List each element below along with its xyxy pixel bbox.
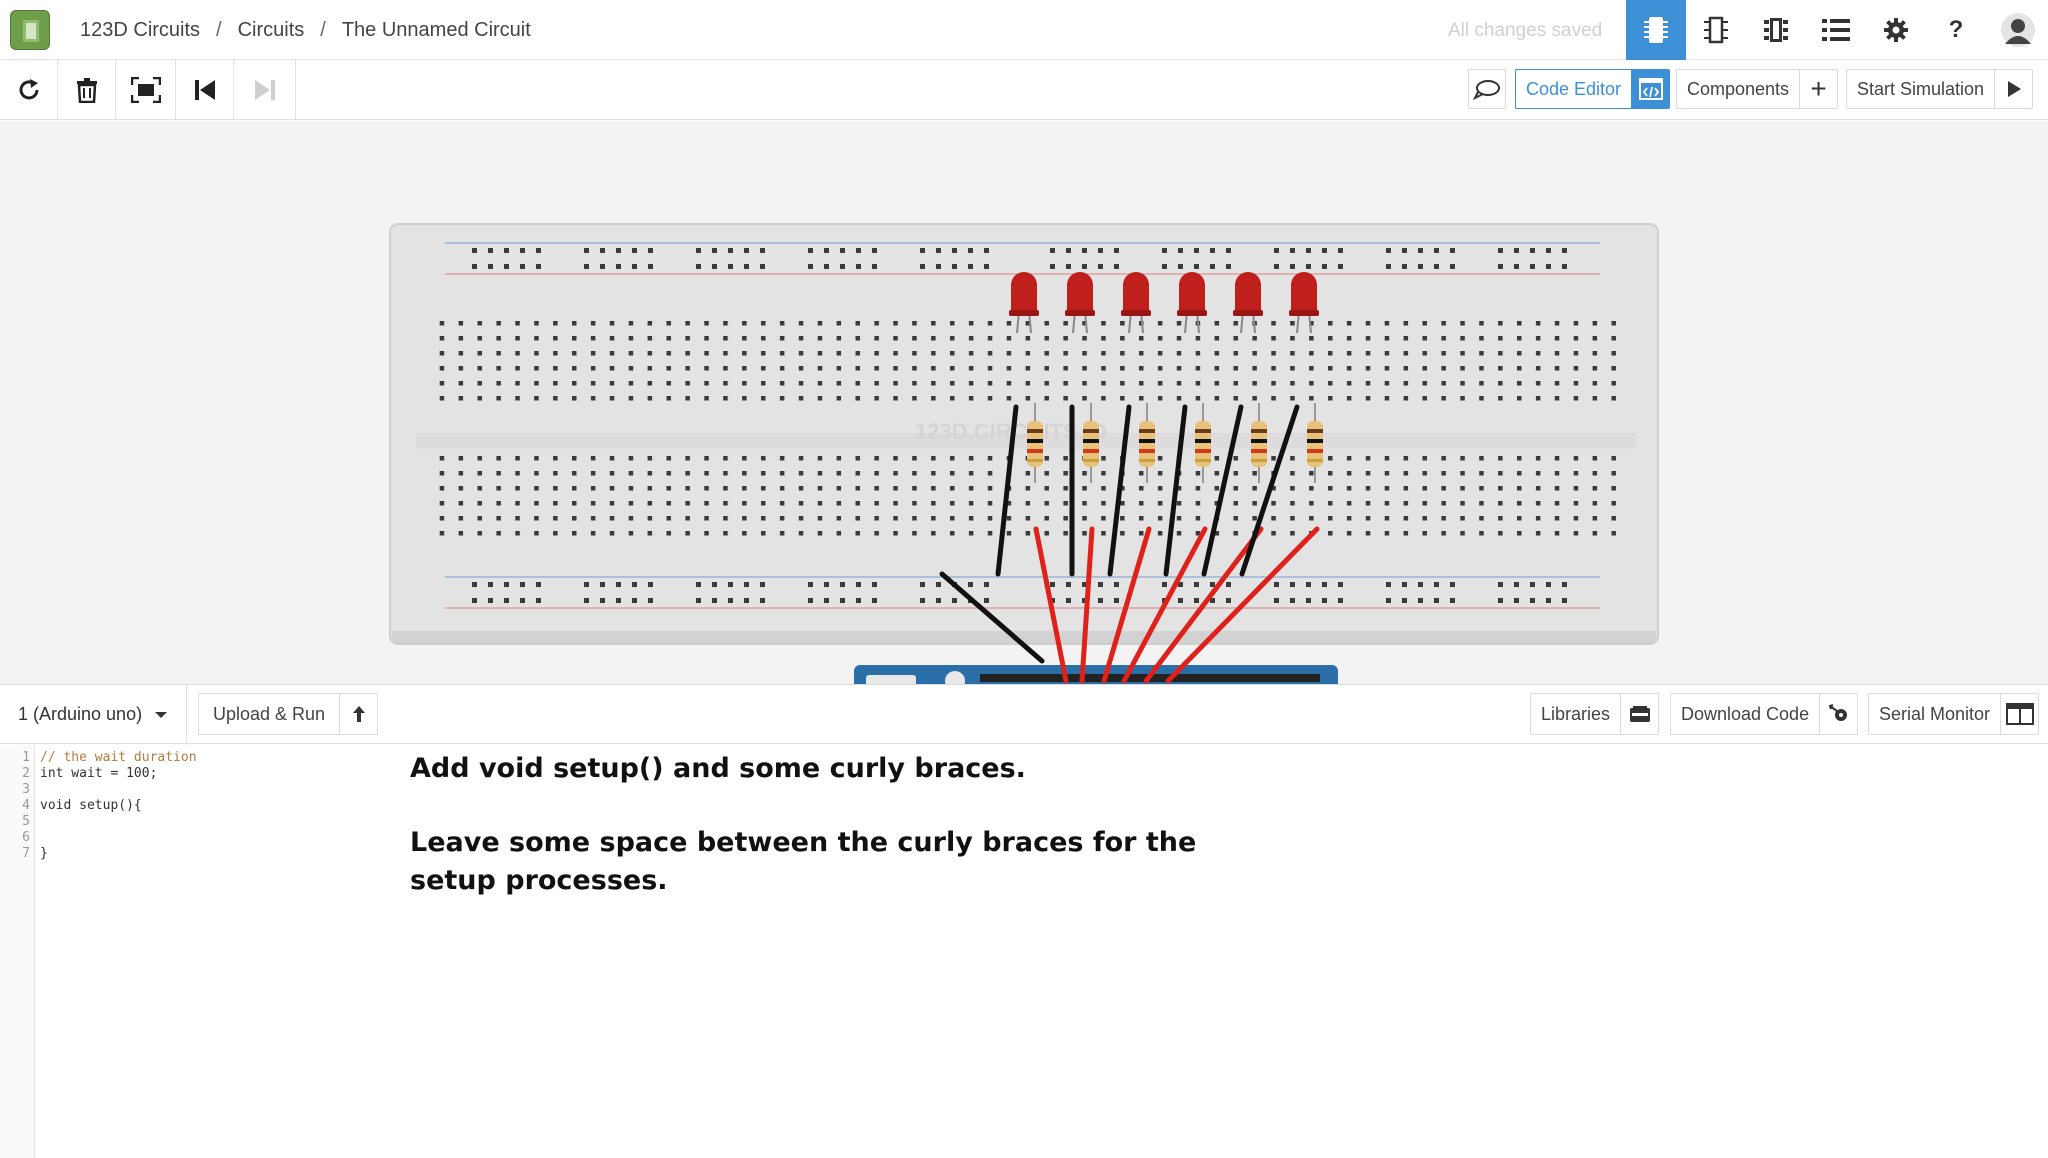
user-avatar[interactable] [1988,0,2048,60]
instruction-line-2: Leave some space between the curly brace… [410,827,1197,858]
help-button[interactable]: ? [1926,0,1986,60]
code-editor-button[interactable]: Code Editor [1515,69,1671,109]
serial-monitor-label: Serial Monitor [1879,703,1991,724]
breadcrumb-separator: / [216,18,222,41]
upload-icon [339,694,377,734]
rotate-button[interactable] [0,60,58,120]
chevron-down-icon [155,711,168,718]
settings-button[interactable] [1866,0,1926,60]
line-number: 7 [22,846,30,861]
breadboard-view-icon [1644,17,1668,43]
libraries-label: Libraries [1541,703,1611,724]
step-back-icon [194,80,215,100]
download-code-label: Download Code [1681,703,1810,724]
library-icon [1620,694,1658,734]
fit-to-screen-button[interactable] [116,60,176,120]
breadcrumb: 123D Circuits / Circuits / The Unnamed C… [80,0,531,60]
delete-icon [76,78,97,103]
top-bar: 123D Circuits / Circuits / The Unnamed C… [0,0,2048,60]
board-select[interactable]: 1 (Arduino uno) [18,704,168,725]
breadboard-view-button[interactable] [1626,0,1686,60]
components-label: Components [1687,78,1790,99]
user-avatar-icon [2001,13,2035,47]
libraries-button[interactable]: Libraries [1530,693,1660,735]
code-line-comment: // the wait duration [40,750,197,765]
plus-icon: + [1799,70,1837,108]
instruction-overlay: Add void setup() and some curly braces. … [410,750,1196,900]
serial-monitor-button[interactable]: Serial Monitor [1868,693,2040,735]
serial-monitor-icon [2000,694,2038,734]
start-simulation-label: Start Simulation [1857,78,1985,99]
line-number: 4 [22,798,30,813]
gear-icon [1884,18,1908,42]
pcb-view-button[interactable] [1746,0,1806,60]
line-number: 2 [22,766,30,781]
line-number: 3 [22,782,30,797]
main-toolbar: Code Editor Components + Start Simulatio… [0,60,2048,120]
board-select-value: 1 (Arduino uno) [18,704,143,724]
line-number: 5 [22,814,30,829]
pcb-view-icon [1764,18,1788,42]
fit-to-screen-icon [130,77,161,103]
breadboard-scene[interactable]: 123D.CIRCUITS.IO [0,121,2048,684]
code-editor-label: Code Editor [1526,78,1622,99]
app-window: 123D Circuits / Circuits / The Unnamed C… [0,0,2048,1158]
breadcrumb-separator: / [320,18,326,41]
list-view-icon [1822,19,1850,41]
play-icon [1994,70,2032,108]
code-line: void setup(){ [40,798,142,813]
delete-button[interactable] [58,60,116,120]
download-icon [1819,694,1857,734]
schematic-view-icon [1704,16,1728,44]
step-forward-button[interactable] [234,60,296,120]
list-view-button[interactable] [1806,0,1866,60]
line-number-gutter: 1 2 3 4 5 6 7 [0,745,35,1158]
schematic-view-button[interactable] [1686,0,1746,60]
breadcrumb-circuit-name[interactable]: The Unnamed Circuit [342,19,531,42]
upload-run-button[interactable]: Upload & Run [198,693,379,735]
code-editor-icon [1631,70,1670,108]
line-number: 1 [22,750,30,765]
rotate-icon [19,79,38,100]
start-simulation-button[interactable]: Start Simulation [1846,69,2034,109]
instruction-line-3: setup processes. [410,865,668,896]
code-line: } [40,846,48,861]
line-number: 6 [22,830,30,845]
breadcrumb-circuits[interactable]: Circuits [238,19,305,42]
breadcrumb-home[interactable]: 123D Circuits [80,19,200,42]
step-forward-icon [254,80,275,100]
download-code-button[interactable]: Download Code [1670,693,1859,735]
help-icon: ? [1948,16,1964,43]
annotation-button[interactable] [1468,69,1506,109]
code-line: int wait = 100; [40,766,158,781]
app-logo-icon[interactable] [10,10,50,50]
circuit-canvas[interactable]: 123D.CIRCUITS.IO [0,121,2048,684]
components-button[interactable]: Components + [1676,69,1839,109]
step-back-button[interactable] [176,60,234,120]
instruction-line-1: Add void setup() and some curly braces. [410,753,1026,784]
code-text[interactable]: // the wait duration int wait = 100; void … [40,750,197,862]
save-status: All changes saved [1448,20,1603,41]
upload-run-label: Upload & Run [213,703,326,724]
code-toolbar: 1 (Arduino uno) Upload & Run Libraries D… [0,684,2048,745]
speech-bubble-icon [1473,80,1500,100]
